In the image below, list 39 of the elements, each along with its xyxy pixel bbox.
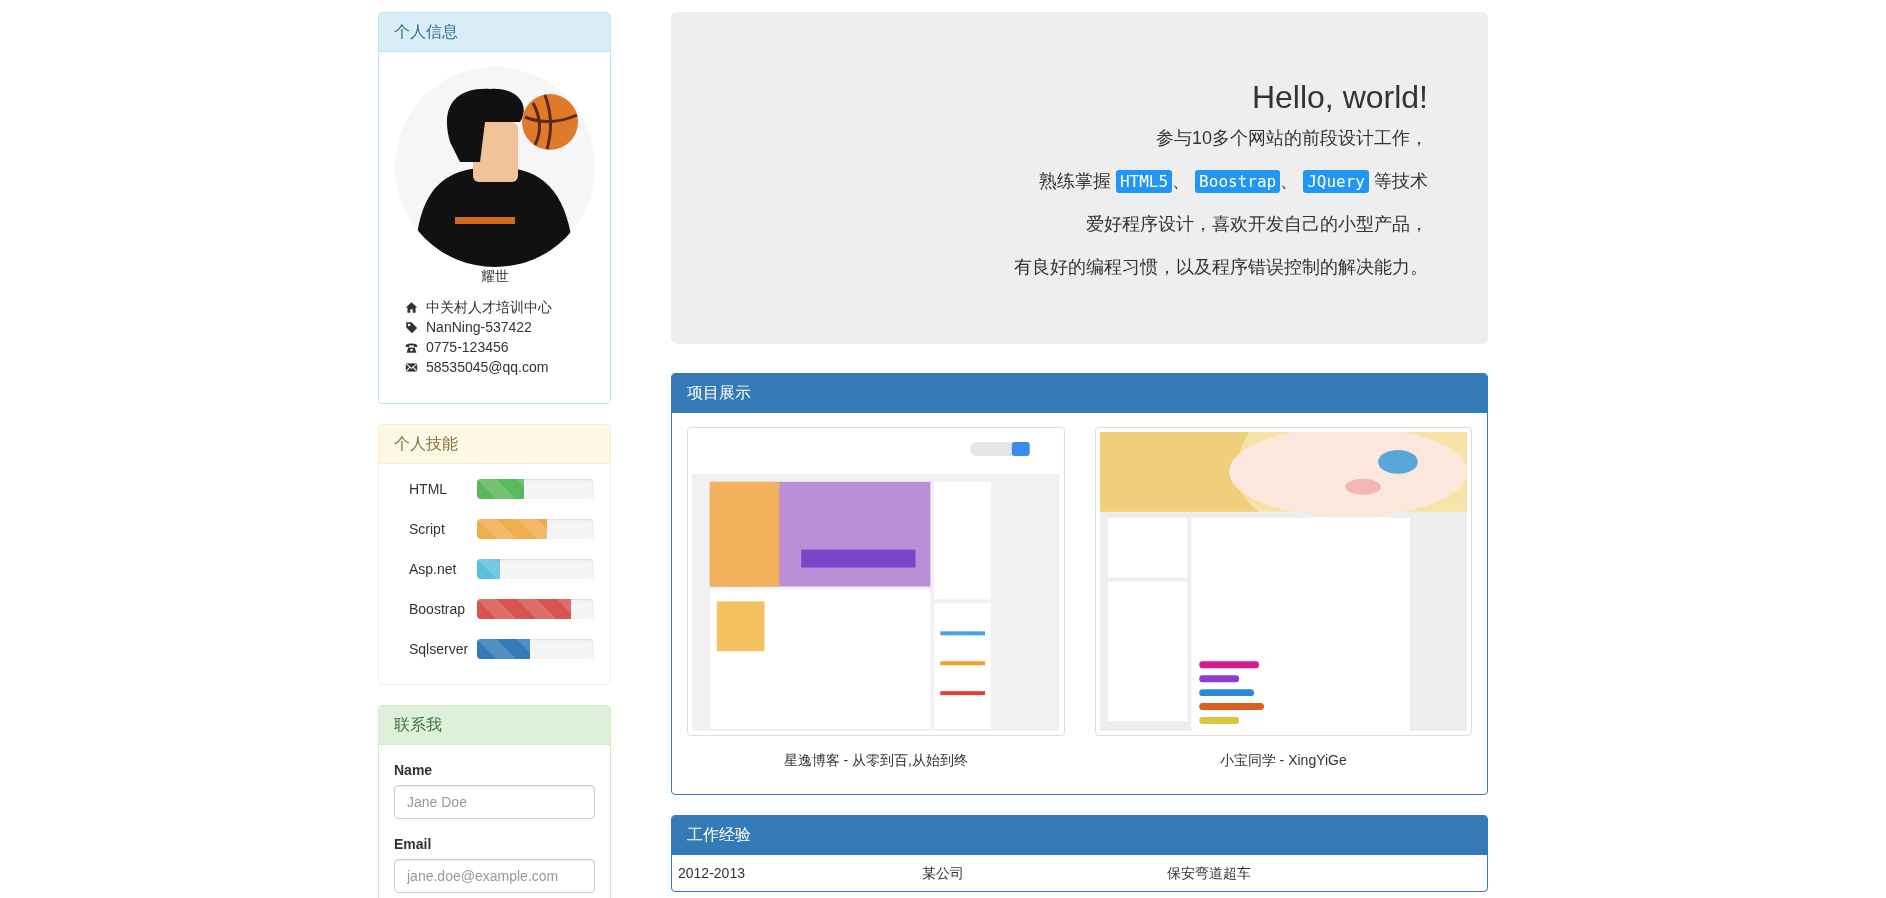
contact-detail: 中关村人才培训中心	[426, 298, 552, 317]
profile-name: 耀世	[479, 267, 510, 285]
panel-title: 项目展示	[687, 384, 751, 402]
project-caption: 小宝同学 - XingYiGe	[1219, 752, 1347, 768]
skill-name: HTML	[409, 481, 449, 497]
skill-name: Boostrap	[409, 601, 467, 617]
tech-tag: HTML5	[1115, 170, 1173, 193]
intro-text: 等技术	[1374, 171, 1428, 191]
hero-heading: Hello, world!	[1251, 79, 1428, 115]
skill-name: Script	[409, 521, 446, 537]
table-cell-text: 保安弯道超车	[1166, 864, 1252, 883]
intro-text: 有良好的编程习惯，以及程序错误控制的解决能力。	[1014, 257, 1428, 277]
panel-title: 联系我	[394, 716, 442, 734]
home-icon	[405, 300, 418, 314]
panel-title: 工作经验	[687, 826, 751, 844]
contact-detail: 0775-123456	[426, 338, 509, 357]
intro-text: 熟练掌握	[1038, 171, 1111, 191]
intro-text: 爱好程序设计，喜欢开发自己的小型产品，	[1086, 214, 1428, 234]
input-field[interactable]: jane.doe@example.com	[394, 859, 595, 893]
skill-name: Sqlserver	[409, 641, 470, 657]
phone-icon	[405, 340, 418, 354]
panel-title: 个人技能	[394, 435, 458, 453]
contact-detail: 58535045@qq.com	[426, 358, 549, 377]
panel-title: 个人信息	[394, 23, 458, 41]
skill-name: Asp.net	[409, 561, 458, 577]
field-label: Name	[394, 761, 434, 780]
tech-tag: Boostrap	[1195, 170, 1281, 193]
input-field[interactable]: Jane Doe	[394, 785, 595, 819]
table-cell-text: 2012-2013	[677, 864, 746, 883]
envelope-icon	[405, 360, 418, 374]
separator-mark: 、	[1280, 171, 1299, 191]
separator-mark: 、	[1172, 171, 1191, 191]
tag-icon	[405, 320, 418, 334]
field-label: Email	[394, 835, 433, 854]
intro-text: 参与10多个网站的前段设计工作，	[1155, 128, 1428, 148]
table-cell-text: 某公司	[921, 864, 965, 883]
contact-detail: NanNing-537422	[426, 318, 532, 337]
project-caption: 星逸博客 - 从零到百,从始到终	[783, 752, 968, 768]
tech-tag: JQuery	[1303, 170, 1369, 193]
